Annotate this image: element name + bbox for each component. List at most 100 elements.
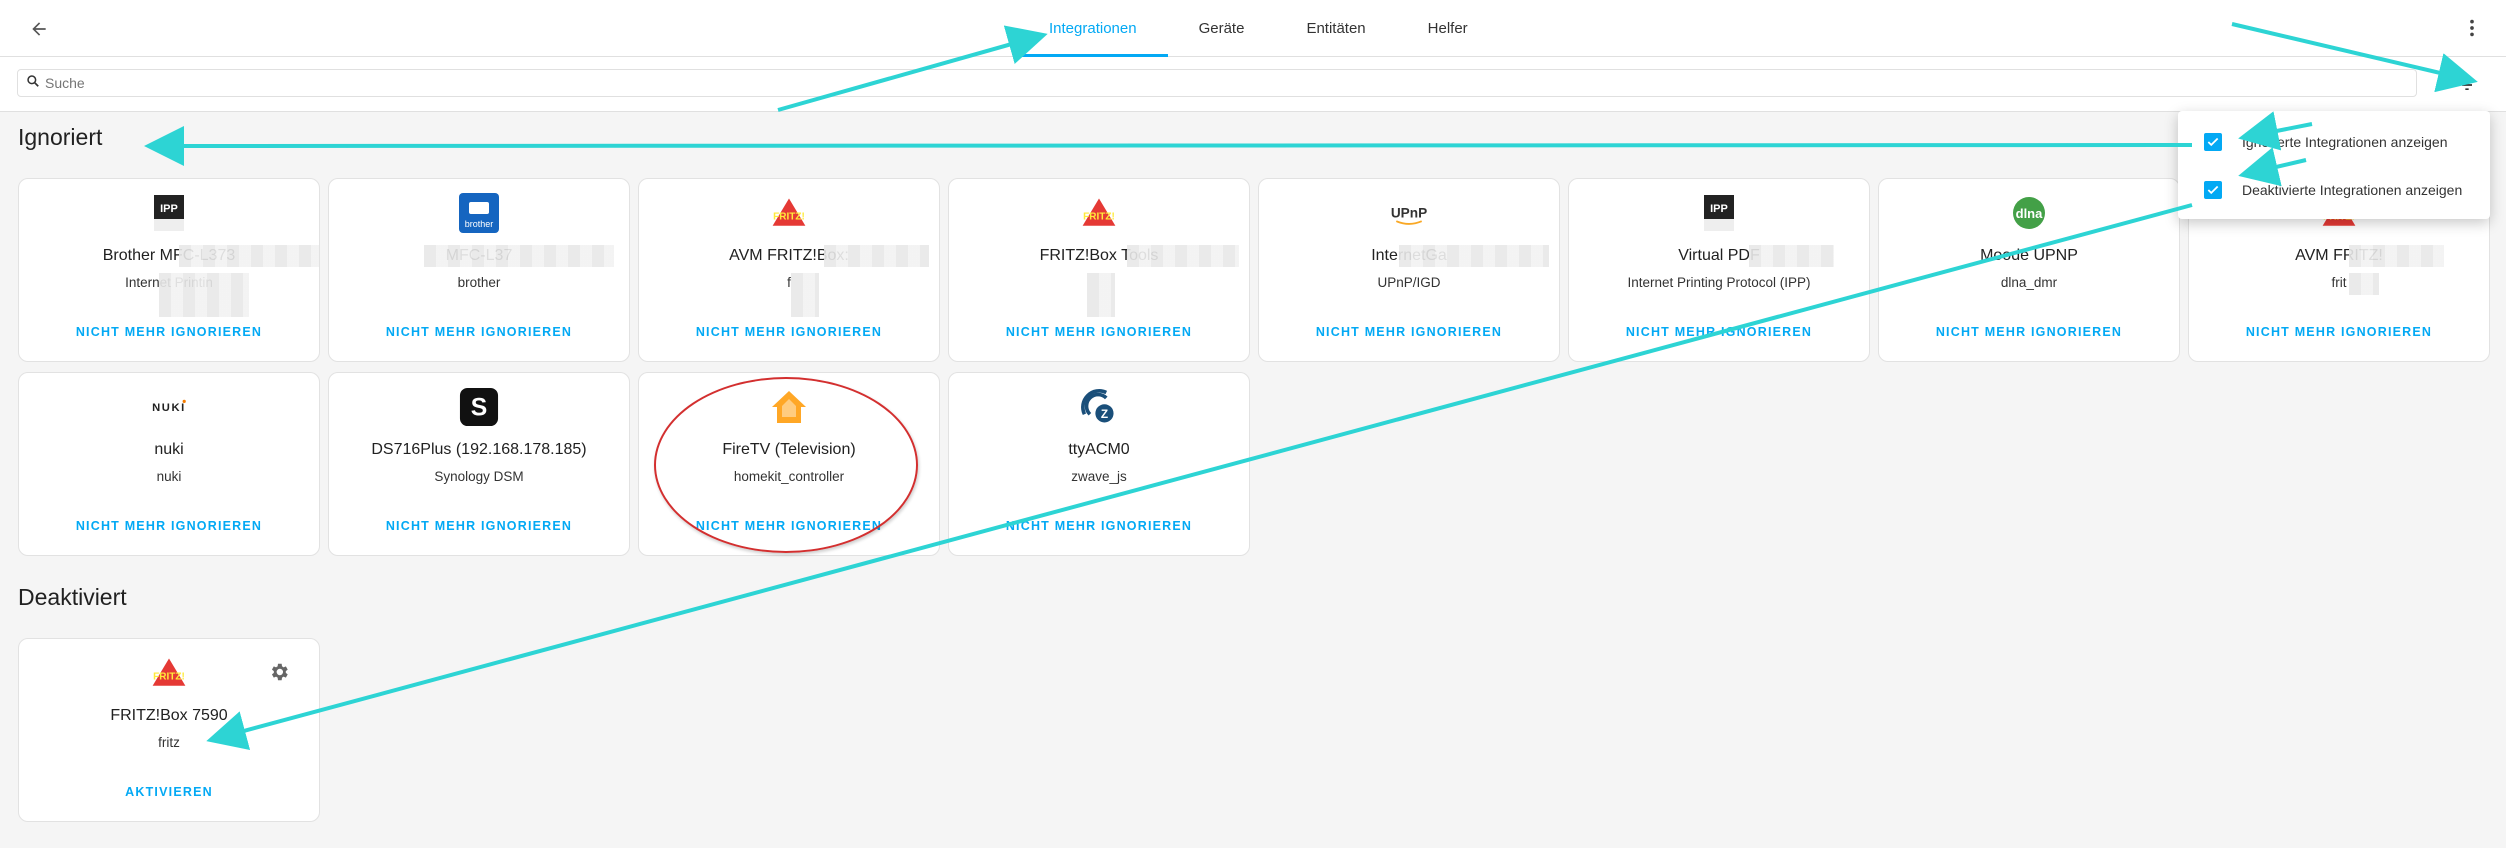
integration-card: dlna Moode UPNP dlna_dmr NICHT MEHR IGNO… — [1878, 178, 2180, 362]
menu-item-show-disabled[interactable]: Deaktivierte Integrationen anzeigen — [2204, 175, 2462, 205]
card-title: FRITZ!Box 7590 — [110, 707, 228, 724]
card-domain: Synology DSM — [434, 469, 524, 484]
enable-button[interactable]: AKTIVIEREN — [19, 785, 319, 799]
integration-card: FRITZ! FRITZ!Box Tools NICHT MEHR IGNORI… — [948, 178, 1250, 362]
tab-helfer[interactable]: Helfer — [1397, 0, 1499, 57]
svg-text:UPnP: UPnP — [1391, 206, 1427, 221]
more-vert-icon[interactable] — [2460, 16, 2484, 40]
gear-icon[interactable] — [267, 661, 291, 685]
card-title: DS716Plus (192.168.178.185) — [371, 441, 587, 458]
svg-text:NUKI: NUKI — [152, 402, 186, 414]
unignore-button[interactable]: NICHT MEHR IGNORIEREN — [329, 325, 629, 339]
unignore-button[interactable]: NICHT MEHR IGNORIEREN — [1259, 325, 1559, 339]
svg-text:IPP: IPP — [160, 203, 178, 215]
integration-card: Z ttyACM0 zwave_js NICHT MEHR IGNORIEREN — [948, 372, 1250, 556]
tab-integrationen[interactable]: Integrationen — [1018, 0, 1168, 57]
synology-icon: S — [459, 387, 499, 427]
search-icon — [26, 74, 40, 93]
tab-bar: Integrationen Geräte Entitäten Helfer — [1018, 0, 1499, 57]
redaction — [159, 273, 249, 317]
tab-geraete[interactable]: Geräte — [1168, 0, 1276, 57]
card-title: nuki — [154, 441, 184, 458]
redaction — [424, 245, 614, 267]
integration-card: brother MFC-L37 brother NICHT MEHR IGNOR… — [328, 178, 630, 362]
homekit-icon — [769, 387, 809, 427]
svg-text:Z: Z — [1101, 407, 1108, 421]
menu-item-show-ignored[interactable]: Ignorierte Integrationen anzeigen — [2204, 127, 2447, 157]
unignore-button[interactable]: NICHT MEHR IGNORIEREN — [949, 519, 1249, 533]
card-domain: frit — [2331, 275, 2347, 290]
fritz-icon: FRITZ! — [1079, 193, 1119, 233]
search-bar — [0, 57, 2506, 112]
card-title: Moode UPNP — [1980, 247, 2078, 264]
zwave-icon: Z — [1079, 387, 1119, 427]
integration-card: UPnP InternetGa UPnP/IGD NICHT MEHR IGNO… — [1258, 178, 1560, 362]
card-domain: f — [787, 275, 791, 290]
fritz-icon: FRITZ! — [769, 193, 809, 233]
checkbox-checked-icon[interactable] — [2204, 133, 2222, 151]
redaction — [791, 273, 819, 317]
unignore-button[interactable]: NICHT MEHR IGNORIEREN — [329, 519, 629, 533]
section-title-ignoriert: Ignoriert — [18, 124, 103, 150]
card-title: FireTV (Television) — [722, 441, 856, 458]
card-domain: UPnP/IGD — [1377, 275, 1441, 290]
unignore-button[interactable]: NICHT MEHR IGNORIEREN — [2189, 325, 2489, 339]
card-domain: nuki — [156, 469, 182, 484]
integration-card: IPP Virtual PDF Internet Printing Protoc… — [1568, 178, 1870, 362]
checkbox-checked-icon[interactable] — [2204, 181, 2222, 199]
menu-item-label: Deaktivierte Integrationen anzeigen — [2242, 182, 2463, 198]
fritz-icon: FRITZ! — [149, 653, 189, 693]
unignore-button[interactable]: NICHT MEHR IGNORIEREN — [1879, 325, 2179, 339]
filter-icon[interactable] — [2454, 72, 2480, 98]
svg-text:S: S — [471, 395, 488, 422]
redaction — [1127, 245, 1239, 267]
card-domain: homekit_controller — [733, 469, 845, 484]
unignore-button[interactable]: NICHT MEHR IGNORIEREN — [1569, 325, 1869, 339]
brother-icon: brother — [459, 193, 499, 233]
svg-text:brother: brother — [465, 219, 494, 229]
redaction — [2349, 245, 2444, 267]
redaction — [179, 245, 319, 267]
nuki-icon: NUKI — [149, 387, 189, 427]
unignore-button[interactable]: NICHT MEHR IGNORIEREN — [639, 325, 939, 339]
search-field — [17, 69, 2417, 97]
menu-item-label: Ignorierte Integrationen anzeigen — [2242, 134, 2448, 150]
tab-entitaeten[interactable]: Entitäten — [1275, 0, 1396, 57]
dlna-icon: dlna — [2009, 193, 2049, 233]
redaction — [1749, 245, 1834, 267]
redaction — [1399, 245, 1549, 267]
upnp-icon: UPnP — [1389, 193, 1429, 233]
integration-card: NUKI nuki nuki NICHT MEHR IGNORIEREN — [18, 372, 320, 556]
svg-text:FRITZ!: FRITZ! — [1083, 211, 1115, 222]
section-title-deaktiviert: Deaktiviert — [18, 584, 127, 610]
integration-card: IPP Brother MFC-L373 Internet Printin NI… — [18, 178, 320, 362]
integration-card: FRITZ! AVM FRITZ!Box: f NICHT MEHR IGNOR… — [638, 178, 940, 362]
card-domain: brother — [457, 275, 501, 290]
redaction — [2349, 273, 2379, 295]
redaction — [1087, 273, 1115, 317]
unignore-button[interactable]: NICHT MEHR IGNORIEREN — [19, 325, 319, 339]
ipp-icon: IPP — [149, 193, 189, 233]
card-domain: dlna_dmr — [2000, 275, 2058, 290]
back-arrow-icon[interactable] — [22, 12, 56, 46]
toolbar: Integrationen Geräte Entitäten Helfer — [0, 0, 2506, 57]
redaction — [824, 245, 929, 267]
integration-card: FireTV (Television) homekit_controller N… — [638, 372, 940, 556]
unignore-button[interactable]: NICHT MEHR IGNORIEREN — [949, 325, 1249, 339]
unignore-button[interactable]: NICHT MEHR IGNORIEREN — [19, 519, 319, 533]
unignore-button[interactable]: NICHT MEHR IGNORIEREN — [639, 519, 939, 533]
integration-card: S DS716Plus (192.168.178.185) Synology D… — [328, 372, 630, 556]
search-input[interactable] — [45, 75, 2345, 91]
svg-text:FRITZ!: FRITZ! — [153, 671, 185, 682]
svg-text:dlna: dlna — [2016, 206, 2043, 221]
card-domain: zwave_js — [1071, 469, 1127, 484]
annotation-arrow — [144, 125, 2193, 166]
ipp-icon: IPP — [1699, 193, 1739, 233]
card-domain: fritz — [158, 735, 180, 750]
svg-text:IPP: IPP — [1710, 203, 1728, 215]
card-domain: Internet Printing Protocol (IPP) — [1627, 275, 1811, 290]
filter-menu: Ignorierte Integrationen anzeigen Deakti… — [2178, 111, 2490, 219]
svg-text:FRITZ!: FRITZ! — [773, 211, 805, 222]
integration-card: FRITZ! FRITZ!Box 7590 fritz AKTIVIEREN — [18, 638, 320, 822]
card-title: ttyACM0 — [1068, 441, 1130, 458]
